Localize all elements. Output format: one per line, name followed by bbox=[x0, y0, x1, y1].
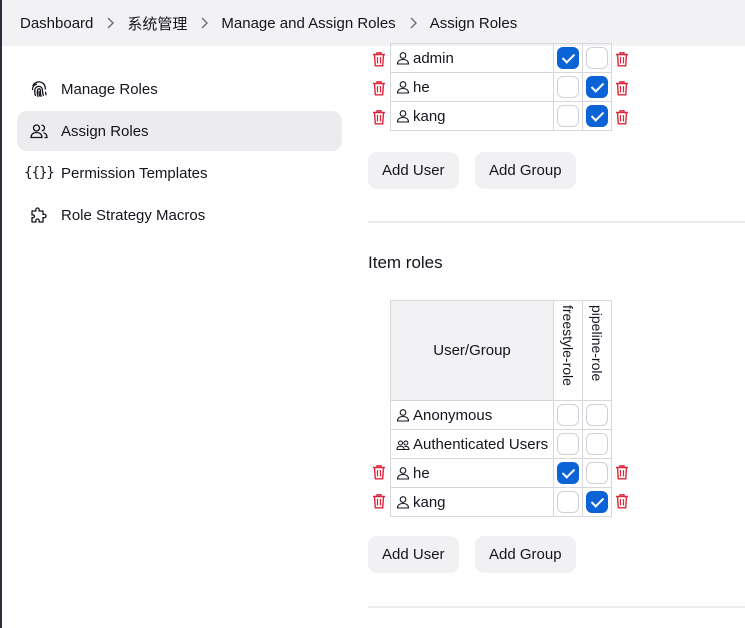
add-group-button[interactable]: Add Group bbox=[475, 152, 576, 189]
user-cell: he bbox=[390, 458, 554, 488]
section-divider bbox=[368, 221, 745, 223]
window-left-edge bbox=[0, 0, 2, 628]
user-icon bbox=[396, 408, 410, 422]
user-name: he bbox=[413, 464, 430, 482]
sidebar-item-label: Role Strategy Macros bbox=[61, 206, 206, 224]
chevron-right-icon bbox=[93, 17, 127, 29]
permission-checkbox[interactable] bbox=[586, 76, 608, 98]
trash-icon[interactable] bbox=[615, 464, 629, 480]
table-row: he bbox=[390, 72, 612, 102]
sidebar-item-manage-roles[interactable]: Manage Roles bbox=[17, 69, 342, 109]
item-roles-table: User/Group freestyle-role pipeline-role … bbox=[390, 300, 612, 517]
column-header-freestyle-role: freestyle-role bbox=[553, 300, 583, 401]
sidebar-item-label: Assign Roles bbox=[61, 122, 149, 140]
table-row: admin bbox=[390, 43, 612, 73]
user-icon bbox=[396, 495, 410, 509]
trash-icon[interactable] bbox=[372, 80, 386, 96]
column-header-label: freestyle-role bbox=[560, 305, 576, 386]
user-icon bbox=[396, 466, 410, 480]
table-row: Anonymous bbox=[390, 400, 612, 430]
sidebar-item-permission-templates[interactable]: {{}} Permission Templates bbox=[17, 153, 342, 193]
trash-icon[interactable] bbox=[372, 493, 386, 509]
sidebar-item-label: Manage Roles bbox=[61, 80, 158, 98]
table-row: kang bbox=[390, 101, 612, 131]
permission-checkbox[interactable] bbox=[557, 105, 579, 127]
breadcrumb: Dashboard 系统管理 Manage and Assign Roles A… bbox=[2, 0, 745, 46]
permission-checkbox[interactable] bbox=[557, 404, 579, 426]
trash-icon[interactable] bbox=[372, 464, 386, 480]
user-name: admin bbox=[413, 49, 454, 67]
group-name: Authenticated Users bbox=[413, 435, 549, 453]
add-group-button[interactable]: Add Group bbox=[475, 536, 576, 573]
breadcrumb-manage-assign-roles[interactable]: Manage and Assign Roles bbox=[221, 15, 395, 32]
user-cell: he bbox=[390, 72, 554, 102]
trash-icon[interactable] bbox=[615, 51, 629, 67]
user-cell: kang bbox=[390, 487, 554, 517]
column-header-label: pipeline-role bbox=[589, 305, 605, 382]
trash-icon[interactable] bbox=[372, 51, 386, 67]
permission-checkbox[interactable] bbox=[586, 491, 608, 513]
permission-checkbox[interactable] bbox=[557, 433, 579, 455]
permission-checkbox[interactable] bbox=[557, 47, 579, 69]
chevron-right-icon bbox=[396, 17, 430, 29]
permission-checkbox[interactable] bbox=[586, 433, 608, 455]
breadcrumb-system-management[interactable]: 系统管理 bbox=[127, 13, 187, 34]
table-row: kang bbox=[390, 487, 612, 517]
braces-icon: {{}} bbox=[24, 165, 55, 181]
trash-icon[interactable] bbox=[615, 109, 629, 125]
user-icon bbox=[396, 51, 410, 65]
user-icon bbox=[396, 80, 410, 94]
permission-checkbox[interactable] bbox=[557, 76, 579, 98]
user-name: kang bbox=[413, 493, 446, 511]
sidebar-item-assign-roles[interactable]: Assign Roles bbox=[17, 111, 342, 151]
item-roles-title: Item roles bbox=[368, 253, 443, 272]
permission-checkbox[interactable] bbox=[557, 491, 579, 513]
fingerprint-icon bbox=[29, 79, 49, 99]
breadcrumb-dashboard[interactable]: Dashboard bbox=[20, 15, 93, 32]
user-name: he bbox=[413, 78, 430, 96]
table-header-row: User/Group freestyle-role pipeline-role bbox=[390, 300, 612, 401]
people-icon bbox=[29, 121, 49, 141]
table-row: Authenticated Users bbox=[390, 429, 612, 459]
user-group-header: User/Group bbox=[390, 300, 554, 401]
user-cell: Anonymous bbox=[390, 400, 554, 430]
group-cell: Authenticated Users bbox=[390, 429, 554, 459]
sidebar: Manage Roles Assign Roles {{}} Permissio… bbox=[17, 69, 342, 237]
user-cell: kang bbox=[390, 101, 554, 131]
permission-checkbox[interactable] bbox=[586, 404, 608, 426]
add-user-button[interactable]: Add User bbox=[368, 152, 459, 189]
permission-checkbox[interactable] bbox=[586, 47, 608, 69]
trash-icon[interactable] bbox=[615, 493, 629, 509]
puzzle-icon bbox=[29, 205, 49, 225]
section-divider bbox=[368, 606, 745, 608]
sidebar-item-label: Permission Templates bbox=[61, 164, 208, 182]
column-header-pipeline-role: pipeline-role bbox=[582, 300, 612, 401]
permission-checkbox[interactable] bbox=[586, 462, 608, 484]
add-user-button[interactable]: Add User bbox=[368, 536, 459, 573]
permission-checkbox[interactable] bbox=[557, 462, 579, 484]
user-name: kang bbox=[413, 107, 446, 125]
permission-checkbox[interactable] bbox=[586, 105, 608, 127]
user-cell: admin bbox=[390, 43, 554, 73]
breadcrumb-assign-roles[interactable]: Assign Roles bbox=[430, 15, 518, 32]
trash-icon[interactable] bbox=[615, 80, 629, 96]
global-roles-table: admin he kang bbox=[390, 43, 612, 131]
user-name: Anonymous bbox=[413, 406, 493, 424]
table-row: he bbox=[390, 458, 612, 488]
sidebar-item-role-strategy-macros[interactable]: Role Strategy Macros bbox=[17, 195, 342, 235]
group-icon bbox=[396, 437, 410, 451]
chevron-right-icon bbox=[187, 17, 221, 29]
user-icon bbox=[396, 109, 410, 123]
trash-icon[interactable] bbox=[372, 109, 386, 125]
